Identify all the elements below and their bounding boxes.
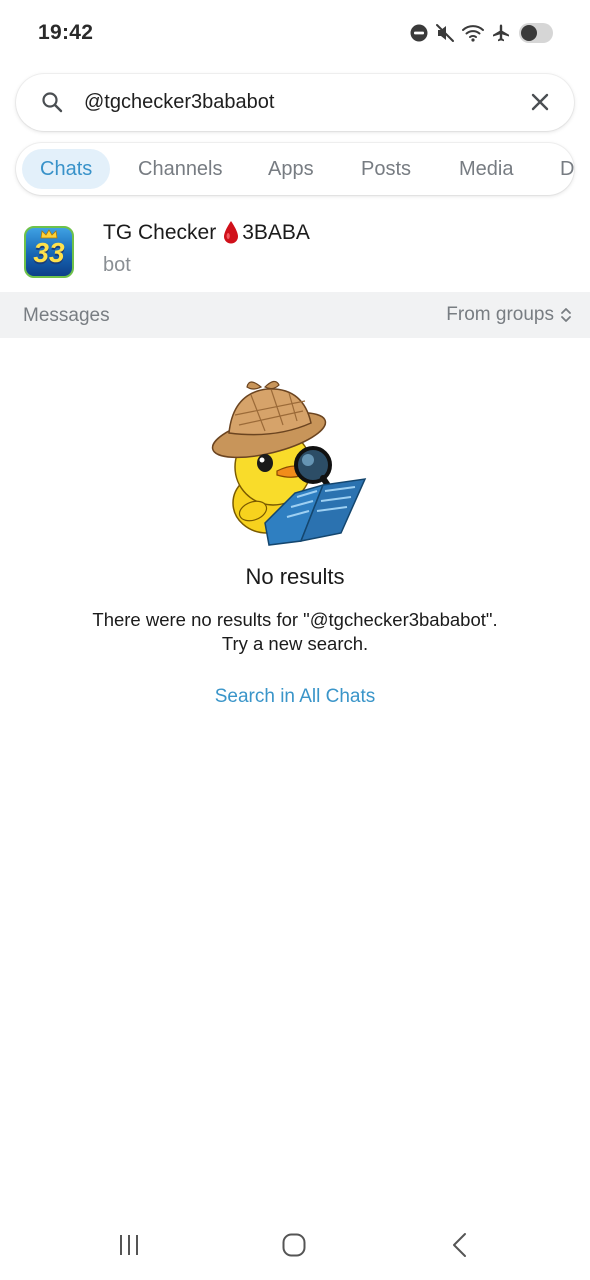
back-button[interactable]	[440, 1230, 480, 1260]
back-icon	[453, 1233, 466, 1257]
airplane-icon	[491, 23, 511, 43]
status-time: 19:42	[38, 21, 94, 44]
detective-duck-illustration	[211, 380, 367, 546]
avatar: 33	[24, 226, 74, 278]
search-icon	[40, 90, 64, 114]
recent-apps-icon	[120, 1235, 138, 1255]
system-nav-bar	[0, 1210, 590, 1280]
filter-label: From groups	[446, 304, 554, 325]
messages-section-header: Messages From groups	[0, 292, 590, 338]
empty-state-title: No results	[245, 564, 345, 589]
chat-title-suffix: 3BABA	[242, 221, 310, 244]
battery-icon	[518, 22, 554, 44]
status-bar: 19:42	[0, 0, 590, 66]
close-icon[interactable]	[528, 90, 552, 114]
chat-title-text: TG Checker	[103, 221, 217, 244]
messages-label: Messages	[23, 305, 110, 326]
chat-subtitle: bot	[103, 254, 131, 276]
wifi-icon	[462, 24, 484, 42]
recent-apps-button[interactable]	[109, 1230, 149, 1260]
empty-state-line2: Try a new search.	[221, 633, 369, 654]
search-tabs: Chats Channels Apps Posts Media D	[16, 143, 574, 195]
search-bar	[16, 74, 574, 131]
dnd-icon	[410, 24, 428, 42]
home-icon	[282, 1233, 306, 1257]
chevron-updown-icon	[561, 308, 571, 322]
chat-title: TG Checker 3BABA	[103, 220, 310, 246]
empty-state-description: There were no results for "@tgchecker3ba…	[0, 608, 590, 656]
search-in-all-chats-link[interactable]: Search in All Chats	[0, 686, 590, 708]
blood-drop-icon	[222, 220, 240, 246]
tab-posts[interactable]: Posts	[361, 149, 411, 189]
tab-media[interactable]: Media	[459, 149, 513, 189]
chat-result-row[interactable]: 33 TG Checker 3BABA bot	[0, 206, 590, 292]
home-button[interactable]	[274, 1230, 314, 1260]
status-icons	[410, 20, 554, 46]
mute-icon	[435, 23, 455, 43]
search-input[interactable]	[84, 84, 514, 121]
screen: 19:42 Chats	[0, 0, 590, 1280]
tab-downloads[interactable]: D	[560, 149, 574, 189]
avatar-text: 33	[33, 237, 65, 268]
from-groups-filter[interactable]: From groups	[446, 304, 572, 326]
tab-apps[interactable]: Apps	[268, 149, 314, 189]
tab-channels[interactable]: Channels	[138, 149, 223, 189]
tab-chats[interactable]: Chats	[22, 149, 111, 189]
empty-state-line1: There were no results for "@tgchecker3ba…	[92, 609, 498, 630]
